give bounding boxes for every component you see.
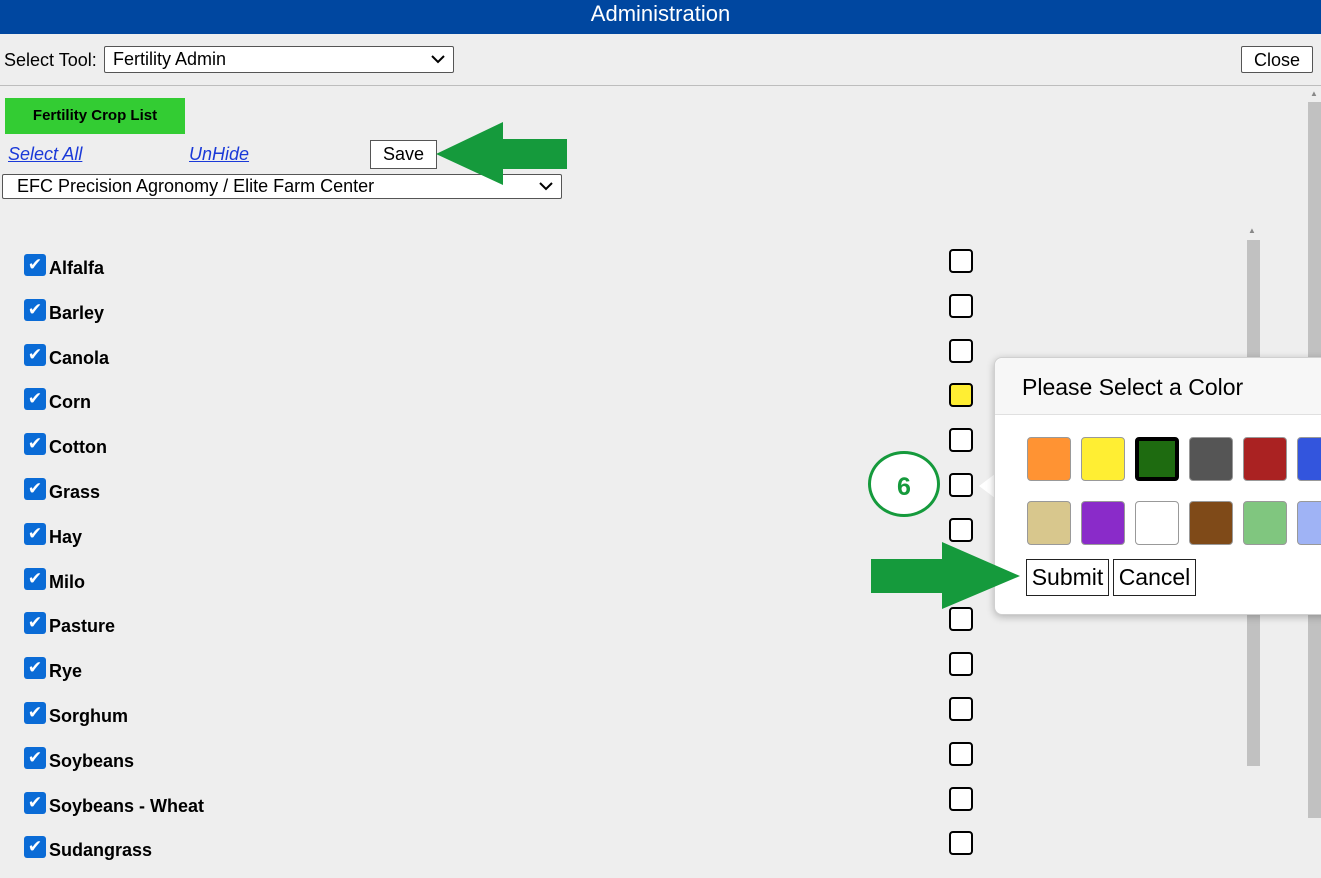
submit-button[interactable]: Submit bbox=[1026, 559, 1109, 596]
crop-color-swatch[interactable] bbox=[949, 741, 973, 766]
crop-color-swatch[interactable] bbox=[949, 786, 973, 811]
crop-checkbox[interactable]: ✔ bbox=[24, 388, 46, 411]
crop-checkbox[interactable]: ✔ bbox=[24, 343, 46, 366]
crop-name: Hay bbox=[49, 526, 83, 547]
crop-checkbox[interactable]: ✔ bbox=[24, 567, 46, 590]
color-picker-dialog: Please Select a Color Submit Cancel bbox=[994, 357, 1321, 615]
color-option[interactable] bbox=[1297, 501, 1321, 545]
color-option[interactable] bbox=[1135, 437, 1179, 481]
crop-checkbox[interactable]: ✔ bbox=[24, 836, 46, 859]
crop-name: Milo bbox=[49, 571, 85, 592]
crop-name: Soybeans bbox=[49, 750, 135, 771]
crop-checkbox[interactable]: ✔ bbox=[24, 791, 46, 814]
crop-checkbox[interactable]: ✔ bbox=[24, 612, 46, 635]
crop-color-swatch[interactable] bbox=[949, 338, 973, 363]
tool-select-value: Fertility Admin bbox=[113, 49, 227, 69]
crop-color-swatch[interactable] bbox=[949, 831, 973, 856]
scroll-up-icon[interactable]: ▲ bbox=[1310, 89, 1318, 98]
annotation-arrow-right-icon bbox=[871, 542, 1020, 609]
scroll-up-icon[interactable]: ▲ bbox=[1248, 226, 1256, 235]
color-option[interactable] bbox=[1243, 437, 1287, 481]
color-option[interactable] bbox=[1081, 501, 1125, 545]
crop-color-swatch[interactable] bbox=[949, 428, 973, 453]
divider bbox=[0, 85, 1321, 86]
crop-name: Grass bbox=[49, 482, 101, 502]
crop-checkbox[interactable]: ✔ bbox=[24, 478, 46, 500]
crop-checkbox[interactable]: ✔ bbox=[24, 657, 46, 680]
tool-select[interactable]: Fertility Admin bbox=[104, 46, 454, 73]
color-option[interactable] bbox=[1081, 437, 1125, 481]
cancel-button[interactable]: Cancel bbox=[1113, 559, 1196, 596]
crop-checkbox[interactable]: ✔ bbox=[24, 254, 46, 276]
company-select-value: EFC Precision Agronomy / Elite Farm Cent… bbox=[17, 176, 375, 196]
crop-name: Cotton bbox=[49, 437, 107, 458]
crop-name: Corn bbox=[49, 392, 91, 413]
crop-name: Rye bbox=[49, 661, 83, 682]
crop-checkbox[interactable]: ✔ bbox=[24, 746, 46, 769]
close-button[interactable]: Close bbox=[1241, 46, 1313, 73]
save-button[interactable]: Save bbox=[370, 140, 437, 169]
color-option[interactable] bbox=[1189, 437, 1233, 481]
step-number-badge: 6 bbox=[868, 451, 940, 517]
window-title: Administration bbox=[0, 0, 1321, 34]
crop-color-swatch[interactable] bbox=[949, 697, 973, 721]
chevron-down-icon bbox=[429, 47, 447, 77]
crop-checkbox[interactable]: ✔ bbox=[24, 298, 46, 321]
color-option[interactable] bbox=[1189, 501, 1233, 545]
crop-checkbox[interactable]: ✔ bbox=[24, 702, 46, 724]
crop-color-swatch[interactable] bbox=[949, 473, 973, 497]
color-option[interactable] bbox=[1243, 501, 1287, 545]
color-option[interactable] bbox=[1027, 501, 1071, 545]
fertility-crop-list-button[interactable]: Fertility Crop List bbox=[5, 98, 185, 134]
color-option[interactable] bbox=[1135, 501, 1179, 545]
select-tool-label: Select Tool: bbox=[4, 50, 97, 70]
crop-name: Canola bbox=[49, 347, 110, 368]
crop-color-swatch[interactable] bbox=[949, 607, 973, 632]
crop-name: Sudangrass bbox=[49, 840, 153, 861]
crop-color-swatch[interactable] bbox=[949, 383, 973, 408]
crop-color-swatch[interactable] bbox=[949, 652, 973, 677]
crop-color-swatch[interactable] bbox=[949, 517, 973, 542]
popover-pointer bbox=[979, 474, 995, 498]
crop-name: Barley bbox=[49, 302, 105, 323]
select-all-link[interactable]: Select All bbox=[8, 144, 82, 165]
crop-name: Pasture bbox=[49, 616, 116, 637]
crop-checkbox[interactable]: ✔ bbox=[24, 522, 46, 545]
crop-name: Alfalfa bbox=[49, 258, 105, 278]
color-option[interactable] bbox=[1297, 437, 1321, 481]
unhide-link[interactable]: UnHide bbox=[189, 144, 249, 165]
dialog-title: Please Select a Color bbox=[995, 358, 1321, 415]
crop-color-swatch[interactable] bbox=[949, 249, 973, 273]
color-option[interactable] bbox=[1027, 437, 1071, 481]
crop-name: Soybeans - Wheat bbox=[49, 795, 205, 816]
crop-color-swatch[interactable] bbox=[949, 293, 973, 318]
crop-name: Sorghum bbox=[49, 706, 128, 726]
crop-checkbox[interactable]: ✔ bbox=[24, 433, 46, 456]
annotation-arrow-left-icon bbox=[436, 122, 567, 185]
